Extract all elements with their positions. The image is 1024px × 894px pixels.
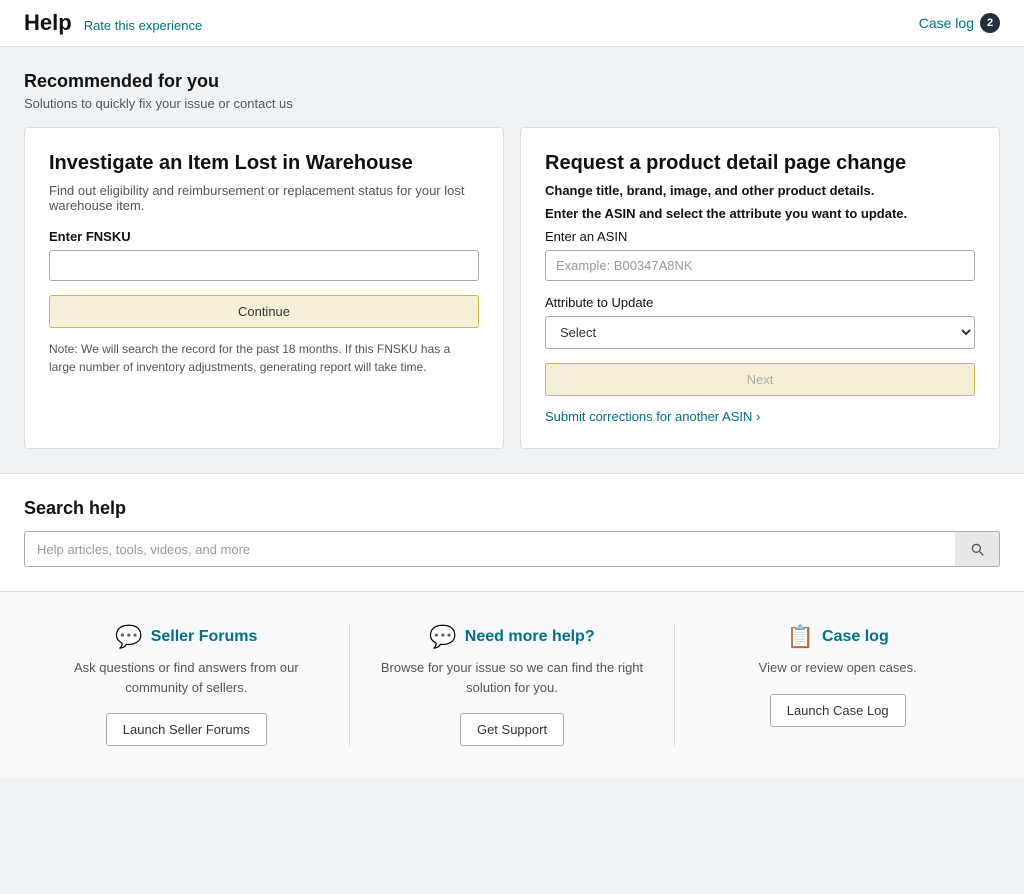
get-support-button[interactable]: Get Support	[460, 713, 564, 746]
bottom-section: 💬 Seller Forums Ask questions or find an…	[0, 591, 1024, 778]
case-log-card-icon: 📋	[787, 624, 814, 650]
cards-row: Investigate an Item Lost in Warehouse Fi…	[24, 127, 1000, 449]
need-more-help-icon: 💬	[429, 624, 456, 650]
header: Help Rate this experience Case log 2	[0, 0, 1024, 47]
case-log-card-header: 📋 Case log	[699, 624, 976, 650]
seller-forums-card: 💬 Seller Forums Ask questions or find an…	[24, 624, 350, 746]
search-icon	[969, 541, 985, 557]
case-log-card-description: View or review open cases.	[699, 658, 976, 678]
lost-item-card: Investigate an Item Lost in Warehouse Fi…	[24, 127, 504, 449]
main-content: Recommended for you Solutions to quickly…	[0, 47, 1024, 449]
fnsku-label: Enter FNSKU	[49, 229, 479, 244]
search-section: Search help	[0, 473, 1024, 591]
fnsku-input[interactable]	[49, 250, 479, 281]
case-log-card-title: Case log	[822, 628, 889, 646]
attribute-select[interactable]: Select Title Brand Image Description Bul…	[545, 316, 975, 349]
asin-input[interactable]	[545, 250, 975, 281]
need-more-help-description: Browse for your issue so we can find the…	[374, 658, 651, 697]
case-log-card: 📋 Case log View or review open cases. La…	[675, 624, 1000, 746]
case-log-link[interactable]: Case log 2	[919, 13, 1000, 33]
lost-item-card-description: Find out eligibility and reimbursement o…	[49, 183, 479, 213]
case-log-badge: 2	[980, 13, 1000, 33]
recommended-subtitle: Solutions to quickly fix your issue or c…	[24, 96, 1000, 111]
search-row	[24, 531, 1000, 567]
recommended-title: Recommended for you	[24, 71, 1000, 92]
search-button[interactable]	[955, 531, 1000, 567]
need-more-help-card: 💬 Need more help? Browse for your issue …	[350, 624, 676, 746]
product-detail-card-title: Request a product detail page change	[545, 152, 975, 175]
lost-item-card-title: Investigate an Item Lost in Warehouse	[49, 152, 479, 175]
launch-case-log-button[interactable]: Launch Case Log	[770, 694, 906, 727]
rate-experience-link[interactable]: Rate this experience	[84, 18, 203, 33]
case-log-label: Case log	[919, 15, 974, 31]
attribute-label: Attribute to Update	[545, 295, 975, 310]
submit-corrections-link[interactable]: Submit corrections for another ASIN ›	[545, 409, 760, 424]
launch-seller-forums-button[interactable]: Launch Seller Forums	[106, 713, 267, 746]
seller-forums-description: Ask questions or find answers from our c…	[48, 658, 325, 697]
lost-item-note: Note: We will search the record for the …	[49, 340, 479, 376]
continue-button[interactable]: Continue	[49, 295, 479, 328]
product-detail-bold1: Change title, brand, image, and other pr…	[545, 183, 975, 198]
next-button[interactable]: Next	[545, 363, 975, 396]
product-detail-bold2: Enter the ASIN and select the attribute …	[545, 206, 975, 221]
seller-forums-header: 💬 Seller Forums	[48, 624, 325, 650]
product-detail-card: Request a product detail page change Cha…	[520, 127, 1000, 449]
header-left: Help Rate this experience	[24, 10, 202, 36]
search-title: Search help	[24, 498, 1000, 519]
seller-forums-icon: 💬	[115, 624, 142, 650]
need-more-help-title: Need more help?	[465, 628, 595, 646]
asin-label: Enter an ASIN	[545, 229, 975, 244]
search-input[interactable]	[24, 531, 955, 567]
need-more-help-header: 💬 Need more help?	[374, 624, 651, 650]
page-title: Help	[24, 10, 72, 36]
seller-forums-title: Seller Forums	[151, 628, 258, 646]
